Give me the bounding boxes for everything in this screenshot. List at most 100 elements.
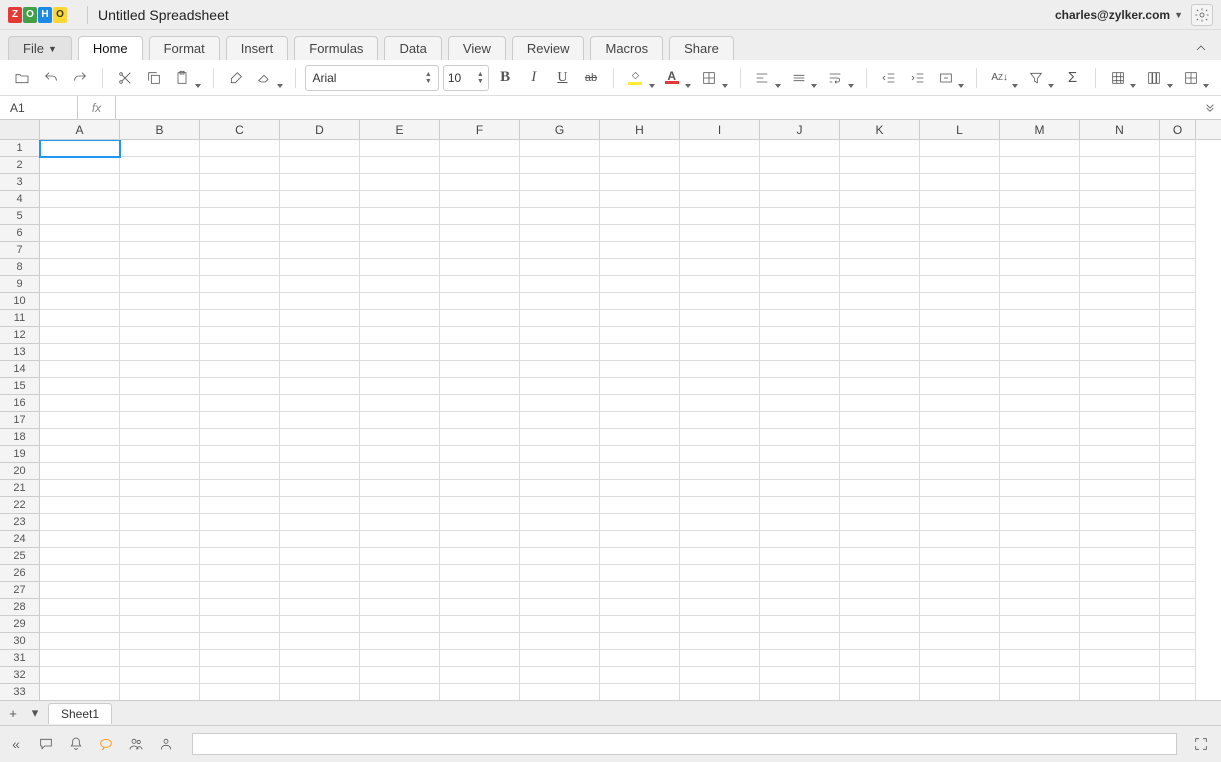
cell[interactable]: [440, 684, 520, 700]
strikethrough-button[interactable]: ab: [579, 65, 604, 91]
cell[interactable]: [760, 276, 840, 293]
cell[interactable]: [920, 276, 1000, 293]
row-header[interactable]: 16: [0, 395, 40, 412]
cell[interactable]: [1080, 446, 1160, 463]
cell[interactable]: [920, 565, 1000, 582]
row-header[interactable]: 9: [0, 276, 40, 293]
cell[interactable]: [280, 565, 360, 582]
cell[interactable]: [1160, 157, 1196, 174]
filter-button[interactable]: [1024, 65, 1056, 91]
cell[interactable]: [600, 327, 680, 344]
cell[interactable]: [1080, 667, 1160, 684]
user-email[interactable]: charles@zylker.com: [1055, 8, 1170, 22]
expand-formula-bar-button[interactable]: [1199, 100, 1221, 116]
cell[interactable]: [40, 412, 120, 429]
cell[interactable]: [600, 208, 680, 225]
cell[interactable]: [840, 327, 920, 344]
column-header[interactable]: J: [760, 120, 840, 139]
paste-button[interactable]: [170, 65, 202, 91]
cell[interactable]: [840, 497, 920, 514]
cell[interactable]: [1160, 616, 1196, 633]
cell[interactable]: [1160, 565, 1196, 582]
cell[interactable]: [840, 157, 920, 174]
cell[interactable]: [920, 310, 1000, 327]
cell[interactable]: [40, 684, 120, 700]
cell[interactable]: [440, 310, 520, 327]
row-header[interactable]: 25: [0, 548, 40, 565]
cell[interactable]: [600, 191, 680, 208]
cell[interactable]: [760, 599, 840, 616]
cell[interactable]: [40, 395, 120, 412]
cell[interactable]: [200, 157, 280, 174]
cell[interactable]: [440, 565, 520, 582]
cell[interactable]: [200, 395, 280, 412]
cell[interactable]: [360, 514, 440, 531]
cell[interactable]: [680, 157, 760, 174]
autosum-button[interactable]: Σ: [1060, 65, 1085, 91]
cell[interactable]: [120, 548, 200, 565]
cell[interactable]: [120, 344, 200, 361]
cell[interactable]: [200, 463, 280, 480]
row-header[interactable]: 7: [0, 242, 40, 259]
cell[interactable]: [760, 684, 840, 700]
cell[interactable]: [280, 497, 360, 514]
cell[interactable]: [760, 429, 840, 446]
cell[interactable]: [680, 667, 760, 684]
cell[interactable]: [920, 191, 1000, 208]
cell[interactable]: [920, 514, 1000, 531]
cell[interactable]: [600, 531, 680, 548]
cell[interactable]: [440, 395, 520, 412]
cell[interactable]: [1000, 140, 1080, 157]
cell[interactable]: [760, 633, 840, 650]
cell[interactable]: [120, 684, 200, 700]
italic-button[interactable]: I: [521, 65, 546, 91]
cell[interactable]: [680, 208, 760, 225]
cell[interactable]: [920, 480, 1000, 497]
cell[interactable]: [200, 650, 280, 667]
cell[interactable]: [1080, 276, 1160, 293]
cell[interactable]: [200, 480, 280, 497]
menu-file[interactable]: File▼: [8, 36, 72, 60]
cell[interactable]: [920, 208, 1000, 225]
cell[interactable]: [120, 565, 200, 582]
cell[interactable]: [120, 174, 200, 191]
cell[interactable]: [440, 429, 520, 446]
cell[interactable]: [120, 276, 200, 293]
cell[interactable]: [920, 616, 1000, 633]
cell[interactable]: [360, 344, 440, 361]
cell[interactable]: [840, 378, 920, 395]
cell[interactable]: [840, 174, 920, 191]
document-title[interactable]: Untitled Spreadsheet: [98, 7, 229, 23]
column-header[interactable]: F: [440, 120, 520, 139]
cell[interactable]: [360, 599, 440, 616]
menu-share[interactable]: Share: [669, 36, 734, 60]
cell[interactable]: [520, 276, 600, 293]
cell[interactable]: [1000, 157, 1080, 174]
cell[interactable]: [40, 361, 120, 378]
cell[interactable]: [680, 582, 760, 599]
cell[interactable]: [680, 650, 760, 667]
cell[interactable]: [1080, 378, 1160, 395]
cell[interactable]: [1000, 276, 1080, 293]
cell[interactable]: [1000, 412, 1080, 429]
cell[interactable]: [280, 514, 360, 531]
cell[interactable]: [840, 616, 920, 633]
cell[interactable]: [760, 191, 840, 208]
cell[interactable]: [840, 650, 920, 667]
cell[interactable]: [120, 208, 200, 225]
cell[interactable]: [1000, 293, 1080, 310]
cell[interactable]: [200, 208, 280, 225]
cell[interactable]: [840, 446, 920, 463]
merge-cells-button[interactable]: [934, 65, 966, 91]
row-header[interactable]: 20: [0, 463, 40, 480]
cell[interactable]: [1160, 242, 1196, 259]
column-header[interactable]: C: [200, 120, 280, 139]
cell[interactable]: [840, 344, 920, 361]
cell[interactable]: [1080, 208, 1160, 225]
cell[interactable]: [680, 140, 760, 157]
cell[interactable]: [1160, 361, 1196, 378]
row-header[interactable]: 4: [0, 191, 40, 208]
row-header[interactable]: 5: [0, 208, 40, 225]
cell[interactable]: [1000, 208, 1080, 225]
cell[interactable]: [280, 446, 360, 463]
